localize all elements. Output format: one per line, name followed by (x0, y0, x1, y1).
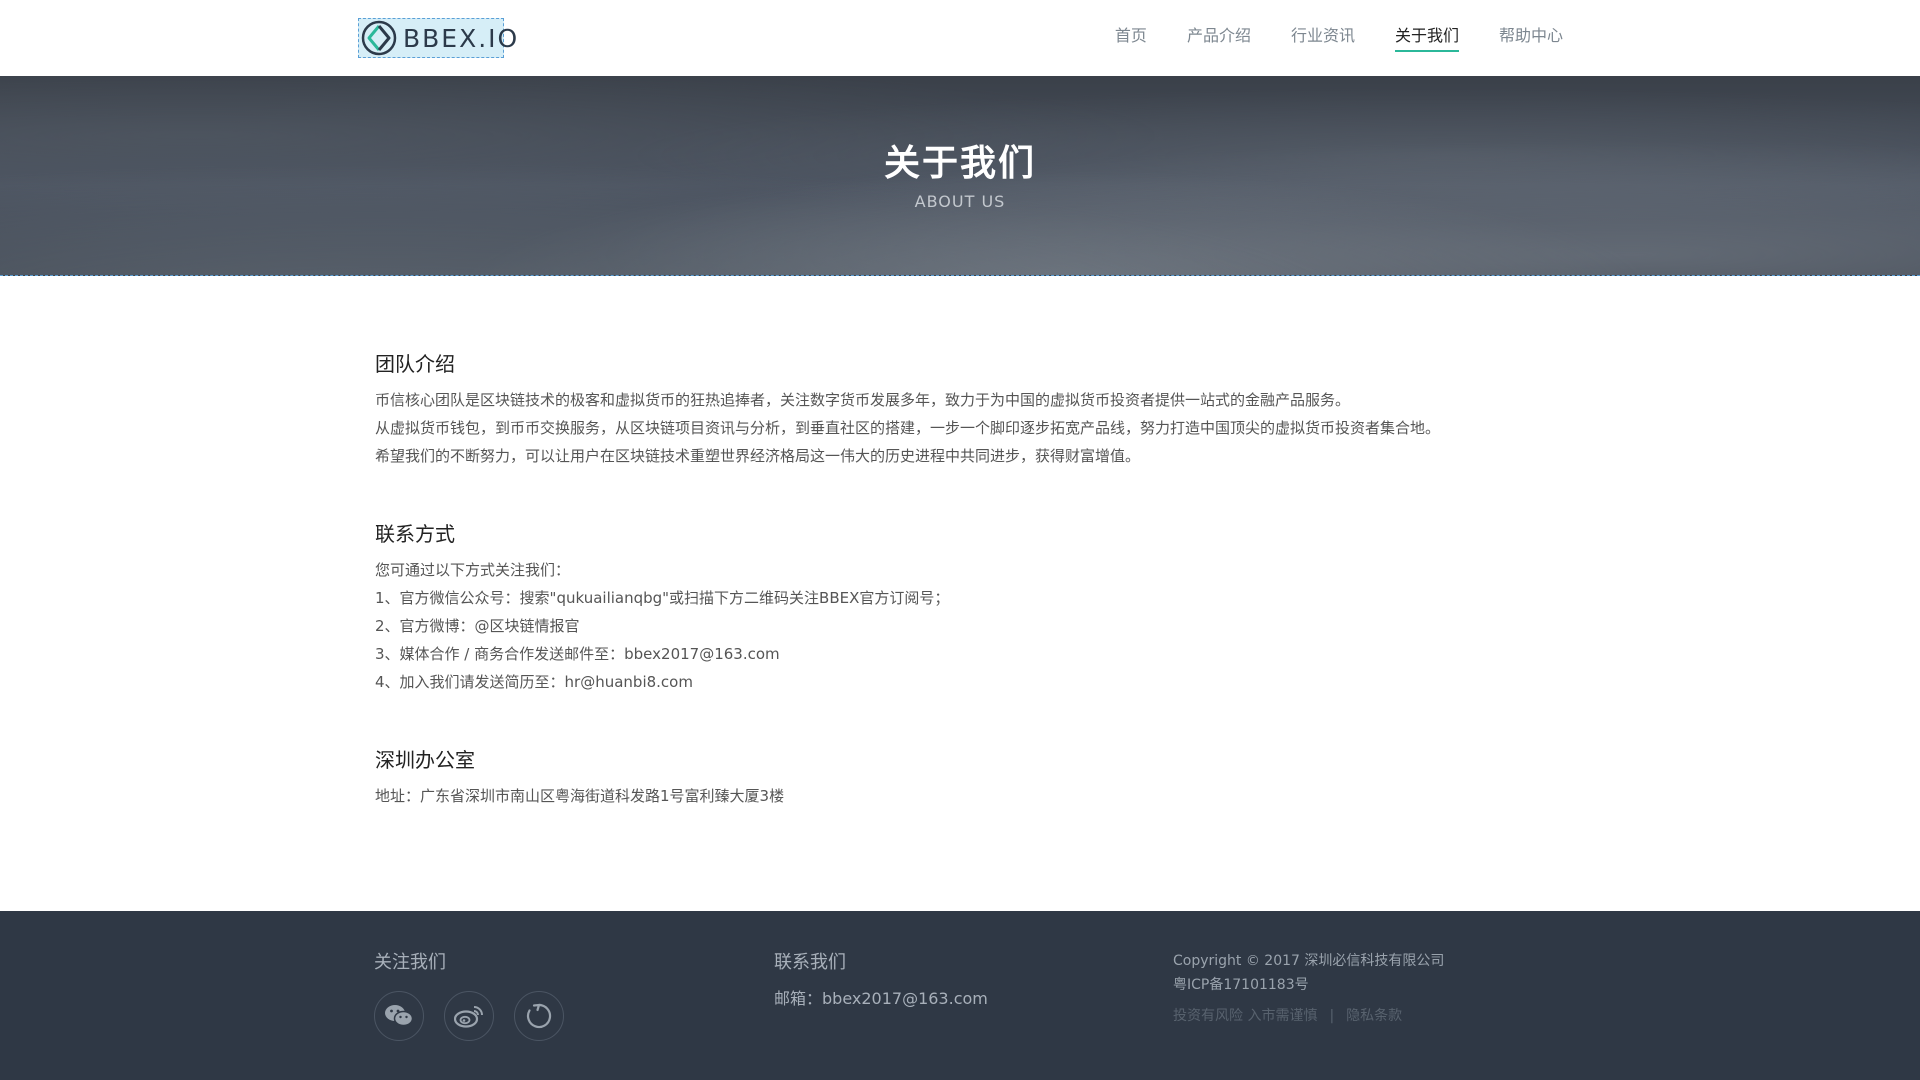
weibo-button[interactable] (444, 991, 494, 1041)
section-title: 团队介绍 (375, 352, 455, 376)
paragraph-line: 4、加入我们请发送简历至：hr@huanbi8.com (375, 673, 693, 691)
section-title: 深圳办公室 (375, 748, 475, 772)
social-icons (374, 991, 564, 1041)
nav-item-help[interactable]: 帮助中心 (1499, 24, 1563, 52)
paragraph-line: 3、媒体合作 / 商务合作发送邮件至：bbex2017@163.com (375, 645, 780, 663)
site-header: BBEX.IO 首页 产品介绍 行业资讯 关于我们 帮助中心 (0, 0, 1920, 76)
footer-contact-title: 联系我们 (774, 952, 846, 973)
weibo-icon (454, 1006, 483, 1028)
footer-contact: 联系我们 邮箱：bbex2017@163.com (774, 949, 988, 1009)
footer-follow-title: 关注我们 (374, 952, 446, 973)
paragraph-line: 希望我们的不断努力，可以让用户在区块链技术重塑世界经济格局这一伟大的历史进程中共… (375, 447, 1141, 465)
refresh-icon (526, 1003, 552, 1029)
footer-follow: 关注我们 (374, 949, 564, 1041)
site-footer: 关注我们 联系我们 邮箱：bbex2017@163.com Copyright … (0, 911, 1920, 1080)
copyright-text: Copyright © 2017 深圳必信科技有限公司 (1173, 953, 1445, 969)
paragraph-line: 2、官方微博：@区块链情报官 (375, 617, 580, 635)
logo[interactable]: BBEX.IO (358, 18, 517, 58)
page-subtitle: ABOUT US (914, 192, 1006, 211)
office-section: 深圳办公室 地址：广东省深圳市南山区粤海街道科发路1号富利臻大厦3楼 (375, 746, 784, 810)
nav-item-home[interactable]: 首页 (1115, 24, 1147, 52)
paragraph-line: 从虚拟货币钱包，到币币交换服务，从区块链项目资讯与分析，到垂直社区的搭建，一步一… (375, 419, 1441, 437)
team-section: 团队介绍 币信核心团队是区块链技术的极客和虚拟货币的狂热追捧者，关注数字货币发展… (375, 350, 1440, 470)
nav-item-news[interactable]: 行业资讯 (1291, 24, 1355, 52)
privacy-link[interactable]: 隐私条款 (1346, 1008, 1402, 1024)
paragraph-line: 1、官方微信公众号：搜索"qukuailianqbg"或扫描下方二维码关注BBE… (375, 589, 950, 607)
wechat-button[interactable] (374, 991, 424, 1041)
refresh-button[interactable] (514, 991, 564, 1041)
link-separator: | (1329, 1008, 1335, 1024)
paragraph-line: 您可通过以下方式关注我们： (375, 561, 571, 579)
risk-link[interactable]: 投资有风险 入市需谨慎 (1173, 1008, 1317, 1024)
logo-text: BBEX.IO (403, 23, 520, 53)
main-nav: 首页 产品介绍 行业资讯 关于我们 帮助中心 (1075, 24, 1563, 54)
wechat-icon (385, 1005, 414, 1027)
section-title: 联系方式 (375, 522, 455, 546)
contact-section: 联系方式 您可通过以下方式关注我们： 1、官方微信公众号：搜索"qukuaili… (375, 520, 949, 696)
logo-mark-icon (361, 20, 397, 56)
nav-item-about[interactable]: 关于我们 (1394, 24, 1459, 52)
address-line: 地址：广东省深圳市南山区粤海街道科发路1号富利臻大厦3楼 (375, 787, 785, 805)
footer-email: 邮箱：bbex2017@163.com (774, 989, 988, 1008)
paragraph-line: 币信核心团队是区块链技术的极客和虚拟货币的狂热追捧者，关注数字货币发展多年，致力… (375, 391, 1351, 409)
icp-text: 粤ICP备17101183号 (1173, 977, 1309, 993)
footer-legal: Copyright © 2017 深圳必信科技有限公司 粤ICP备1710118… (1173, 949, 1444, 1025)
footer-links: 投资有风险 入市需谨慎 | 隐私条款 (1173, 1005, 1444, 1025)
page-banner: 关于我们 ABOUT US (0, 76, 1920, 276)
nav-item-products[interactable]: 产品介绍 (1187, 24, 1251, 52)
page-title: 关于我们 (883, 143, 1036, 184)
